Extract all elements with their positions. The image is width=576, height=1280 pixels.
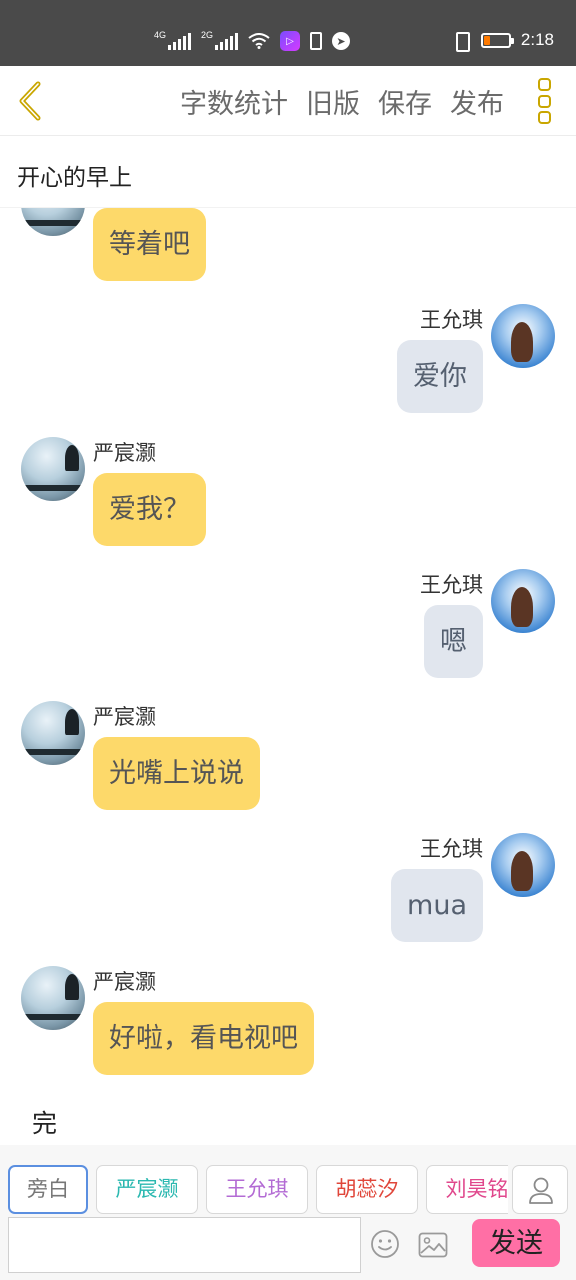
story-title: 开心的早上 <box>17 165 132 191</box>
save-button[interactable]: 保存 <box>378 82 432 121</box>
location-app-icon: ➤ <box>332 32 350 50</box>
vibrate-icon <box>451 31 471 52</box>
chat-bubble[interactable]: mua <box>391 869 483 942</box>
speaker-name: 王允琪 <box>420 837 483 861</box>
character-selector: 旁白 严宸灏 王允琪 胡蕊汐 刘昊铭 <box>8 1165 508 1214</box>
character-chip[interactable]: 胡蕊汐 <box>316 1165 418 1214</box>
chat-bubble[interactable]: 爱我？ <box>93 473 206 546</box>
old-version-button[interactable]: 旧版 <box>306 82 360 121</box>
speaker-name: 严宸灏 <box>93 441 156 465</box>
chat-bubble[interactable]: 好啦，看电视吧 <box>93 1002 314 1075</box>
speaker-name: 王允琪 <box>420 308 483 332</box>
word-count-button[interactable]: 字数统计 <box>180 82 288 121</box>
narration-text[interactable]: 完 <box>32 1104 57 1140</box>
character-chip[interactable]: 刘昊铭 <box>426 1165 508 1214</box>
warning-icon <box>310 32 322 50</box>
send-button[interactable]: 发送 <box>472 1219 560 1267</box>
speaker-name: 严宸灏 <box>93 970 156 994</box>
battery-level <box>483 35 490 45</box>
image-icon[interactable] <box>418 1232 448 1258</box>
wifi-icon <box>248 33 270 49</box>
chat-list[interactable]: 等着吧 王允琪 爱你 严宸灏 爱我？ 王允琪 嗯 严宸灏 光嘴上说说 王允琪 m… <box>0 208 576 1145</box>
chevron-left-icon[interactable] <box>12 78 52 124</box>
more-vertical-icon[interactable] <box>536 78 552 124</box>
message-input[interactable] <box>8 1217 361 1273</box>
avatar[interactable] <box>491 833 555 897</box>
emoji-icon[interactable] <box>370 1229 400 1259</box>
avatar[interactable] <box>21 701 85 765</box>
battery-icon <box>480 32 514 48</box>
chat-bubble[interactable]: 等着吧 <box>93 208 206 281</box>
avatar[interactable] <box>491 569 555 633</box>
user-icon <box>529 1177 553 1204</box>
avatar[interactable] <box>21 437 85 501</box>
status-bar: 4G 2G ▷ ➤ 2:18 <box>0 0 576 66</box>
chat-bubble[interactable]: 爱你 <box>397 340 483 413</box>
avatar[interactable] <box>21 966 85 1030</box>
signal-icon-2: 2G <box>201 30 238 50</box>
character-chip[interactable]: 严宸灏 <box>96 1165 198 1214</box>
character-chip[interactable]: 王允琪 <box>206 1165 308 1214</box>
avatar[interactable] <box>21 208 85 236</box>
story-title-bar[interactable]: 开心的早上 <box>0 136 576 208</box>
video-app-icon: ▷ <box>280 31 300 51</box>
signal-icon: 4G <box>154 30 191 50</box>
publish-button[interactable]: 发布 <box>450 82 504 121</box>
speaker-name: 严宸灏 <box>93 705 156 729</box>
clock: 2:18 <box>520 30 554 49</box>
chat-bubble[interactable]: 嗯 <box>424 605 483 678</box>
character-chip-narrator[interactable]: 旁白 <box>8 1165 88 1214</box>
toolbar: 字数统计 旧版 保存 发布 <box>0 66 576 136</box>
composer-panel: 旁白 严宸灏 王允琪 胡蕊汐 刘昊铭 发送 <box>0 1145 576 1280</box>
avatar[interactable] <box>491 304 555 368</box>
chat-bubble[interactable]: 光嘴上说说 <box>93 737 260 810</box>
add-character-button[interactable] <box>512 1165 568 1214</box>
speaker-name: 王允琪 <box>420 573 483 597</box>
